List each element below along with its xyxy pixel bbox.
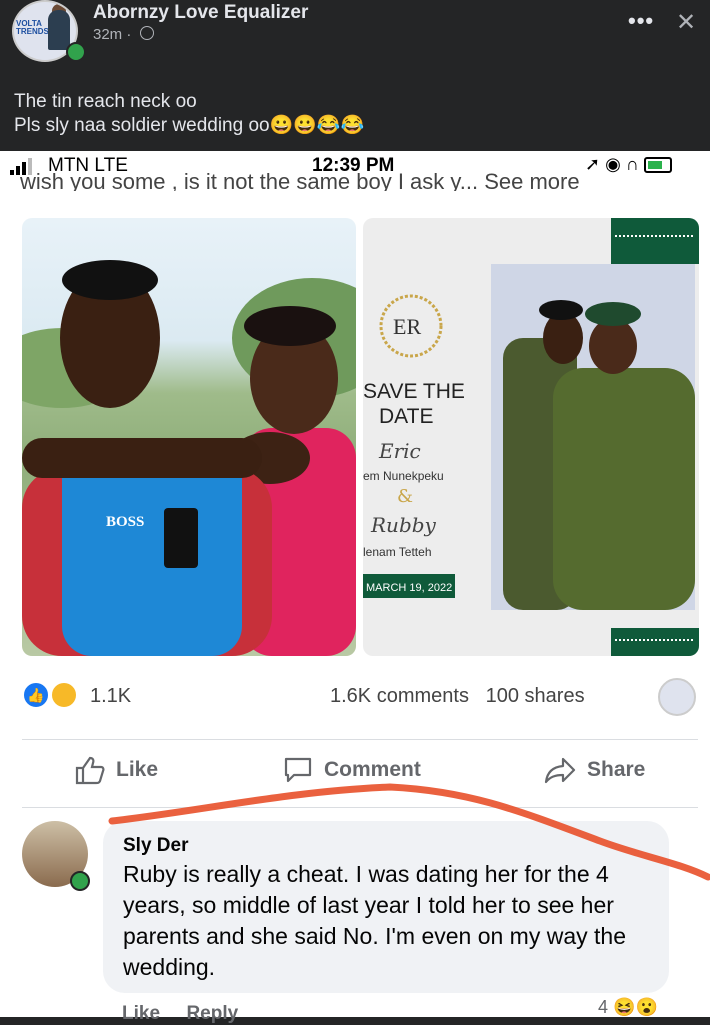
post-caption: The tin reach neck oo Pls sly naa soldie… [14, 90, 364, 138]
caption-line-1: The tin reach neck oo [14, 91, 197, 112]
caption-emoji: 😀😀😂😂 [269, 115, 365, 136]
shared-screenshot[interactable]: MTN LTE 12:39 PM ➚ ◉ ∩ wish you some , i… [0, 151, 710, 1024]
close-icon[interactable]: ✕ [676, 8, 696, 37]
post-header: VOLTA TRENDS Abornzy Love Equalizer 32m … [0, 0, 710, 151]
caption-line-2: Pls sly naa soldier wedding oo [14, 115, 270, 136]
globe-icon [139, 26, 154, 40]
avatar-body [48, 10, 70, 50]
more-dots-icon[interactable]: ••• [628, 8, 654, 34]
online-status-dot [66, 42, 86, 62]
post-time: 32m [93, 26, 123, 43]
red-underline-annotation [108, 783, 710, 881]
post-meta: 32m · [93, 26, 154, 43]
poster-name[interactable]: Abornzy Love Equalizer [93, 2, 308, 24]
